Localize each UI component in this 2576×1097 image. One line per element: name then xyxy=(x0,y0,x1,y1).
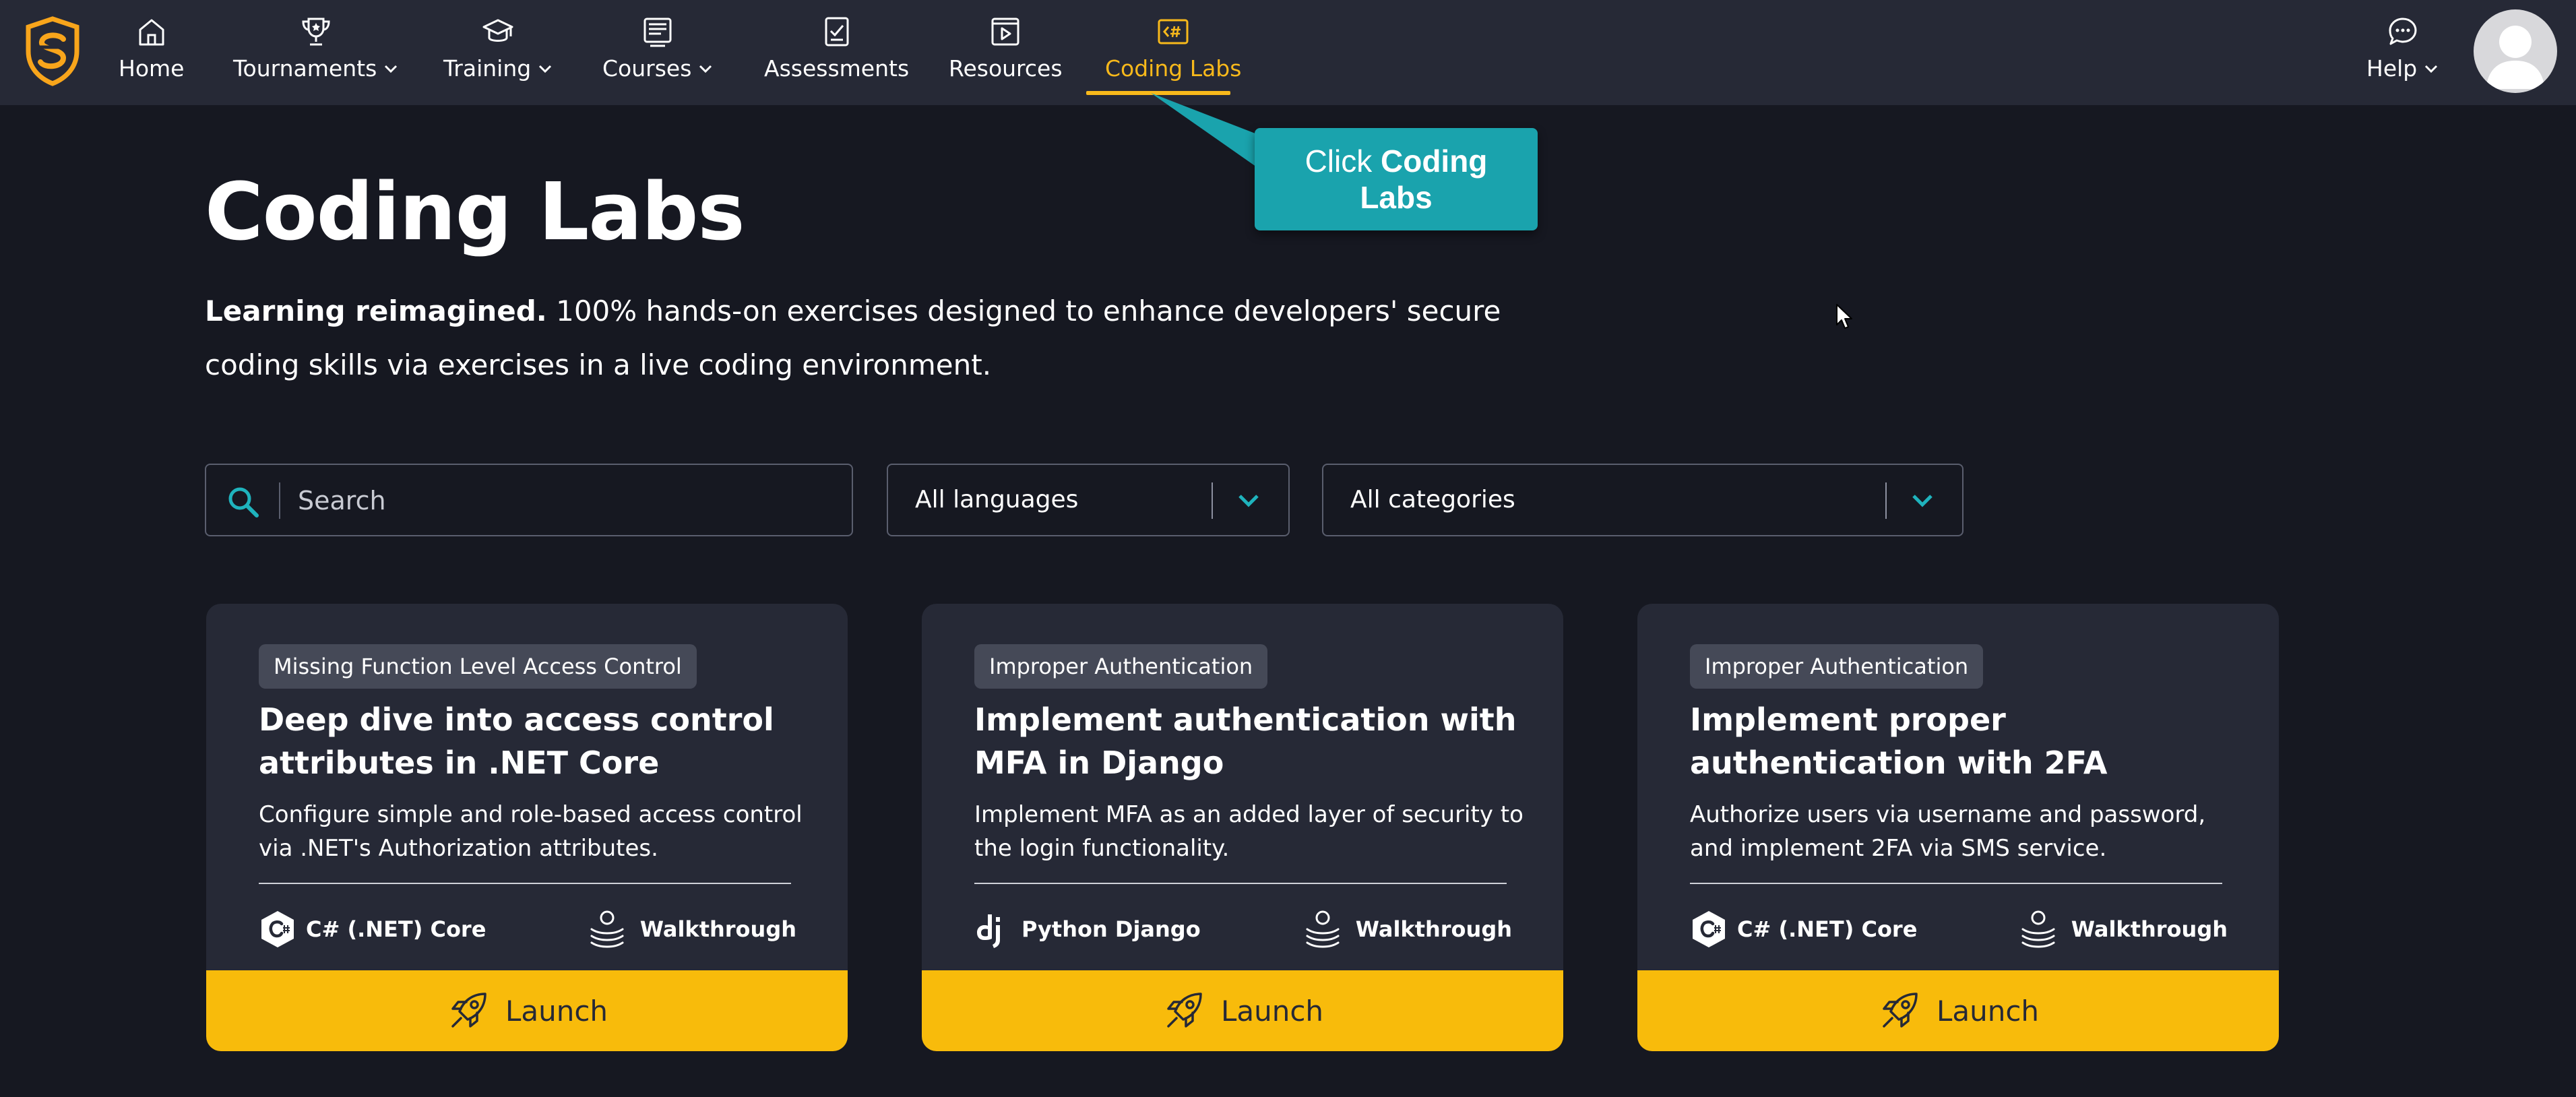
page-description-bold: Learning reimagined. xyxy=(205,294,547,327)
chevron-down-icon xyxy=(385,65,398,73)
click-coding-labs-callout: Click Coding Labs xyxy=(1255,128,1538,230)
category-tag: Missing Function Level Access Control xyxy=(259,644,697,689)
card-language: Python Django xyxy=(974,907,1201,951)
card-description: Configure simple and role-based access c… xyxy=(259,801,803,862)
callout-pointer xyxy=(1151,93,1259,168)
nav-resources-label: Resources xyxy=(949,55,1063,82)
card-mode: Walkthrough xyxy=(1303,907,1512,951)
nav-help-label: Help xyxy=(2366,55,2418,82)
nav-help[interactable]: Help xyxy=(2366,15,2439,96)
user-silhouette-icon xyxy=(2486,26,2545,89)
category-tag: Improper Authentication xyxy=(974,644,1268,689)
rocket-icon xyxy=(451,993,486,1028)
category-select-divider xyxy=(1885,482,1887,519)
card-mode-label: Walkthrough xyxy=(1355,916,1512,942)
search-box xyxy=(205,464,853,536)
page-title: Coding Labs xyxy=(205,165,745,258)
walkthrough-icon xyxy=(2021,910,2055,948)
nav-training-label: Training xyxy=(443,55,532,82)
lab-card: Improper Authentication Implement authen… xyxy=(922,604,1563,1051)
chevron-down-icon xyxy=(539,65,552,73)
card-language: C# (.NET) Core xyxy=(1690,907,1917,951)
card-divider xyxy=(1690,883,2222,884)
courses-icon xyxy=(643,18,672,47)
card-description: Implement MFA as an added layer of secur… xyxy=(974,801,1523,862)
launch-button[interactable]: Launch xyxy=(1637,970,2279,1051)
nav-assessments[interactable]: Assessments xyxy=(764,15,909,96)
card-mode-label: Walkthrough xyxy=(2071,916,2228,942)
nav-home-label: Home xyxy=(119,55,185,82)
callout-prefix: Click xyxy=(1305,144,1373,179)
django-icon xyxy=(977,914,1000,948)
chevron-down-icon xyxy=(1238,495,1259,507)
nav-courses[interactable]: Courses xyxy=(602,15,713,96)
walkthrough-icon xyxy=(590,910,624,948)
walkthrough-icon xyxy=(1306,910,1340,948)
card-mode: Walkthrough xyxy=(588,907,796,951)
category-select-value: All categories xyxy=(1350,486,1515,513)
user-avatar[interactable] xyxy=(2474,9,2557,93)
search-input[interactable] xyxy=(298,478,837,523)
lab-card: Missing Function Level Access Control De… xyxy=(206,604,848,1051)
top-navigation-bar: Home Tournaments Training Courses Assess… xyxy=(0,0,2576,105)
nav-tournaments-label: Tournaments xyxy=(233,55,377,82)
nav-coding-labs[interactable]: Coding Labs xyxy=(1105,15,1241,96)
launch-button[interactable]: Launch xyxy=(922,970,1563,1051)
card-title[interactable]: Implement authentication with MFA in Dja… xyxy=(974,698,1527,784)
language-select-value: All languages xyxy=(915,486,1079,513)
card-description: Authorize users via username and passwor… xyxy=(1690,801,2206,862)
mouse-cursor-icon xyxy=(1836,304,1852,329)
graduation-cap-icon xyxy=(482,19,513,42)
category-select[interactable]: All categories xyxy=(1322,464,1964,536)
video-resource-icon xyxy=(991,18,1019,46)
search-icon xyxy=(228,487,259,518)
page-description: Learning reimagined. 100% hands-on exerc… xyxy=(205,284,1546,392)
csharp-icon xyxy=(1693,911,1725,947)
card-title[interactable]: Deep dive into access control attributes… xyxy=(259,698,811,784)
callout-bold-label: Coding Labs xyxy=(1360,144,1488,215)
nav-resources[interactable]: Resources xyxy=(949,15,1063,96)
nav-tournaments[interactable]: Tournaments xyxy=(233,15,398,96)
card-divider xyxy=(974,883,1507,884)
lab-card: Improper Authentication Implement proper… xyxy=(1637,604,2279,1051)
card-title[interactable]: Implement proper authentication with 2FA xyxy=(1690,698,2242,784)
search-divider xyxy=(279,482,280,519)
launch-button-label: Launch xyxy=(1936,994,2040,1028)
category-tag: Improper Authentication xyxy=(1690,644,1984,689)
chevron-down-icon xyxy=(1912,495,1933,507)
card-language: C# (.NET) Core xyxy=(259,907,486,951)
launch-button[interactable]: Launch xyxy=(206,970,848,1051)
nav-training[interactable]: Training xyxy=(443,15,553,96)
brand-shield-logo-icon[interactable] xyxy=(24,16,81,86)
nav-assessments-label: Assessments xyxy=(764,55,910,82)
card-divider xyxy=(259,883,791,884)
nav-courses-label: Courses xyxy=(602,55,692,82)
language-select[interactable]: All languages xyxy=(887,464,1290,536)
trophy-icon xyxy=(302,18,330,46)
nav-coding-labs-label: Coding Labs xyxy=(1105,55,1242,82)
rocket-icon xyxy=(1167,993,1202,1028)
code-lab-icon xyxy=(1158,19,1189,44)
card-mode-label: Walkthrough xyxy=(639,916,796,942)
assessment-checklist-icon xyxy=(825,17,849,46)
csharp-icon xyxy=(261,911,294,947)
card-language-label: C# (.NET) Core xyxy=(1737,916,1918,942)
card-language-label: C# (.NET) Core xyxy=(306,916,486,942)
language-select-divider xyxy=(1212,482,1213,519)
chevron-down-icon xyxy=(699,65,712,73)
launch-button-label: Launch xyxy=(505,994,608,1028)
chat-bubble-icon xyxy=(2389,18,2417,45)
rocket-icon xyxy=(1883,993,1918,1028)
chevron-down-icon xyxy=(2425,65,2438,73)
card-language-label: Python Django xyxy=(1022,916,1201,942)
card-mode: Walkthrough xyxy=(2019,907,2228,951)
nav-home[interactable]: Home xyxy=(119,15,184,96)
launch-button-label: Launch xyxy=(1220,994,1324,1028)
home-icon xyxy=(139,19,164,46)
